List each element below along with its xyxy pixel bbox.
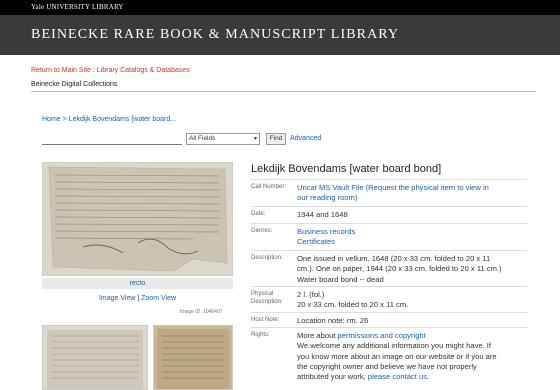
call-number-row: Call Number: Uncat MS Vault File (Reques…: [251, 179, 527, 206]
image-id: Image ID: 1046407: [180, 309, 223, 315]
thumbnail-2[interactable]: [153, 325, 233, 390]
find-button[interactable]: Find: [266, 133, 286, 145]
genres-label: Genres:: [251, 228, 273, 234]
return-main-site-link[interactable]: Return to Main Site: [31, 67, 91, 74]
rights-value: More about permissions and copyright We …: [297, 331, 527, 382]
description-line-3: Water board bond -- dead: [297, 274, 384, 284]
physical-line-2: 20 x 33 cm. folded to 20 x 11 cm.: [297, 300, 409, 310]
catalogs-link[interactable]: Library Catalogs & Databases: [97, 67, 190, 74]
physical-description-row: Physical Description: 2 l. (fol.) 20 x 3…: [251, 286, 527, 312]
physical-line-1: 2 l. (fol.): [297, 290, 325, 299]
call-number-label: Call Number:: [251, 184, 287, 190]
search-field-value: All Fields: [189, 135, 216, 142]
description-label: Description:: [251, 255, 283, 261]
thumbnail-1[interactable]: [42, 325, 148, 390]
rights-intro-text: More about: [297, 331, 338, 340]
call-number-value: Uncat MS Vault File (Request the physica…: [297, 183, 527, 204]
genre-link-certificates[interactable]: Certificates: [297, 237, 527, 247]
search-field-select[interactable]: All Fields ▾: [186, 133, 260, 145]
yale-library-logo[interactable]: Yale UNIVERSITY LIBRARY: [31, 3, 124, 11]
genres-value: Business records Certificates: [297, 227, 527, 248]
rights-line-last: attributed your work, please contact us.: [297, 372, 527, 382]
breadcrumb-separator: >: [60, 116, 69, 123]
rights-line-intro: More about permissions and copyright: [297, 331, 527, 341]
host-note-label: Host Note:: [251, 317, 280, 323]
rights-row: Rights: More about permissions and copyr…: [251, 327, 527, 390]
call-number-line-2[interactable]: our reading room): [297, 193, 527, 203]
date-value: 1944 and 1648: [297, 210, 348, 219]
rights-label: Rights:: [251, 332, 270, 338]
physical-description-label: Physical Description:: [251, 291, 295, 306]
permissions-copyright-link[interactable]: permissions and copyright: [338, 331, 426, 340]
thumbnail-image: [47, 330, 143, 389]
main-image-recto[interactable]: [42, 162, 233, 276]
image-view-link[interactable]: Image View: [99, 295, 135, 302]
description-row: Description: One issued in vellum, 1648 …: [251, 250, 527, 286]
chevron-down-icon: ▾: [253, 136, 257, 142]
breadcrumb: Home > Lekdijk Bovendams [water board...: [42, 116, 176, 123]
site-header: BEINECKE RARE BOOK & MANUSCRIPT LIBRARY: [0, 15, 560, 55]
description-line-1: One issued in vellum, 1648 (20 x 33 cm. …: [297, 254, 491, 263]
rights-line-2: you know more about an image on our webs…: [297, 351, 497, 361]
rights-line-1: We welcome any additional information yo…: [297, 341, 492, 351]
zoom-view-link[interactable]: Zoom View: [141, 295, 176, 302]
library-name[interactable]: BEINECKE RARE BOOK & MANUSCRIPT LIBRARY: [31, 27, 399, 43]
manuscript-image: [43, 163, 232, 275]
rights-line-3: the copyright owner and believe we have …: [297, 361, 477, 371]
rights-last-text: attributed your work,: [297, 372, 368, 382]
physical-description-value: 2 l. (fol.) 20 x 33 cm. folded to 20 x 1…: [297, 290, 527, 311]
collection-subtitle: Beinecke Digital Collections: [31, 81, 118, 88]
rights-period: .: [427, 372, 430, 382]
date-label: Date:: [251, 211, 266, 217]
record-title: Lekdijk Bovendams [water board bond]: [251, 163, 442, 175]
breadcrumb-home[interactable]: Home: [42, 116, 61, 123]
genre-link-business-records[interactable]: Business records: [297, 227, 527, 237]
header-divider: [31, 91, 536, 92]
host-note-value: Location note: rm. 26: [297, 316, 369, 325]
breadcrumb-current[interactable]: Lekdijk Bovendams [water board...: [69, 116, 176, 123]
image-view-links: Image View | Zoom View: [42, 295, 233, 302]
call-number-line-1[interactable]: Uncat MS Vault File (Request the physica…: [297, 183, 527, 193]
advanced-search-link[interactable]: Advanced: [290, 135, 321, 142]
description-value: One issued in vellum, 1648 (20 x 33 cm. …: [297, 254, 527, 285]
contact-us-link[interactable]: please contact us: [368, 372, 427, 381]
thumbnail-image: [157, 329, 229, 389]
physical-label-line-1: Physical: [251, 291, 274, 297]
search-bar: All Fields ▾ Find Advanced: [42, 133, 422, 147]
top-links: Return to Main Site : Library Catalogs &…: [31, 67, 190, 74]
physical-label-line-2: Description:: [251, 298, 283, 305]
top-black-bar: Yale UNIVERSITY LIBRARY: [0, 0, 560, 15]
image-caption[interactable]: recto: [42, 278, 233, 289]
date-row: Date: 1944 and 1648: [251, 206, 527, 223]
genres-row: Genres: Business records Certificates: [251, 223, 527, 250]
search-input[interactable]: [42, 133, 182, 145]
description-line-2: cm.). One on paper, 1944 (20 x 33 cm. fo…: [297, 264, 502, 274]
